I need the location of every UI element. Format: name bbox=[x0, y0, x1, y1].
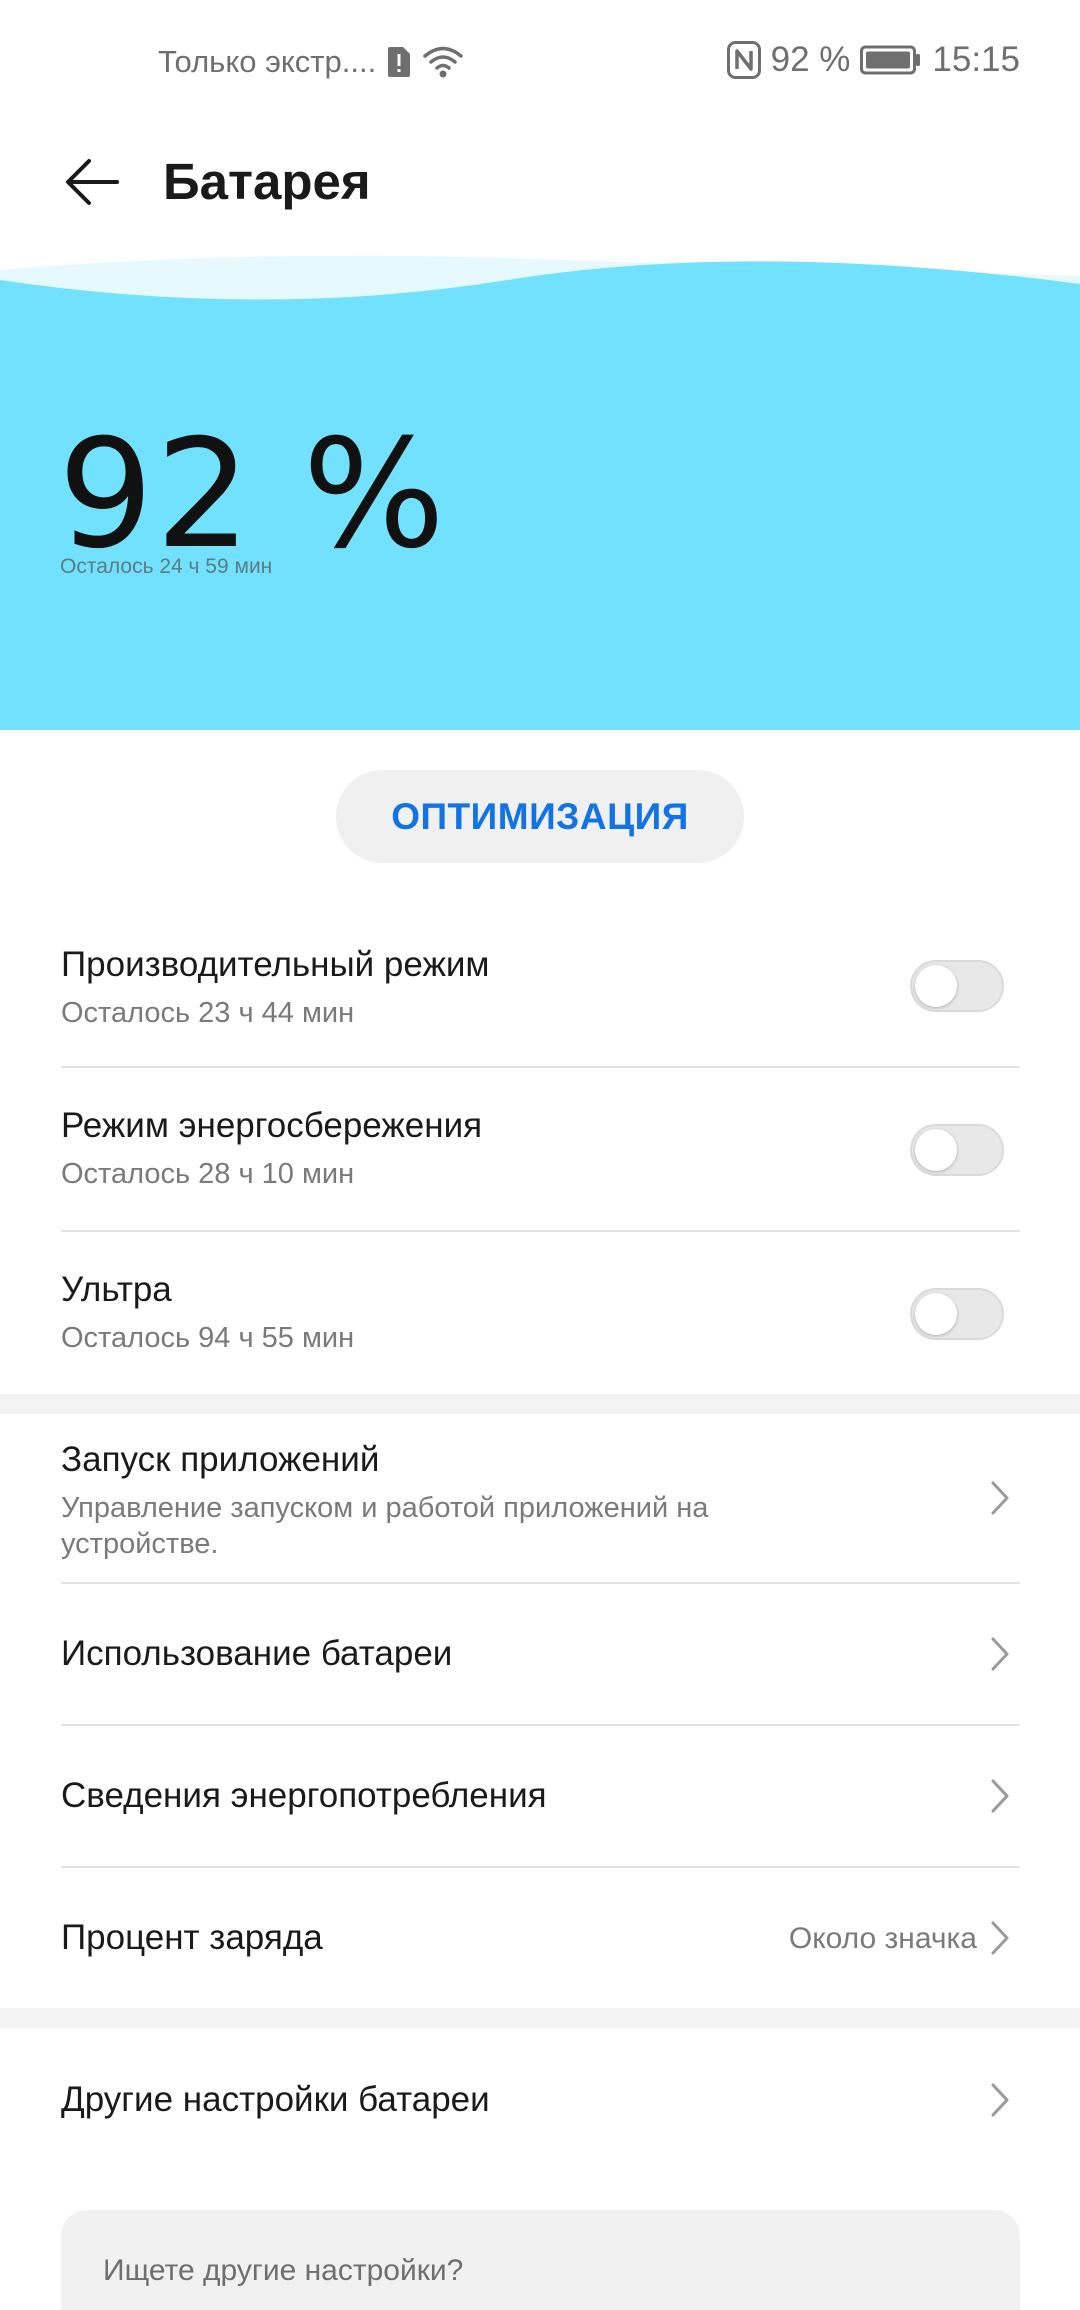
title-bar: Батарея bbox=[0, 126, 1080, 250]
page-title: Батарея bbox=[163, 153, 371, 210]
search-suggestions-card[interactable]: Ищете другие настройки? bbox=[61, 2210, 1020, 2310]
mode-subtitle: Осталось 28 ч 10 мин bbox=[61, 1158, 355, 1190]
optimize-button[interactable]: ОПТИМИЗАЦИЯ bbox=[336, 770, 744, 863]
mode-row-performance[interactable]: Производительный режим Осталось 23 ч 44 … bbox=[0, 920, 1080, 1065]
status-bar-right: 92 % 15:15 bbox=[726, 40, 1020, 80]
ultra-mode-toggle[interactable] bbox=[910, 1288, 1004, 1340]
setting-title: Использование батареи bbox=[61, 1634, 453, 1673]
battery-percent: 92 % bbox=[58, 408, 448, 582]
setting-title: Запуск приложений bbox=[61, 1440, 380, 1479]
section-separator bbox=[0, 2008, 1080, 2028]
toggle-knob bbox=[915, 1293, 957, 1335]
mode-title: Режим энергосбережения bbox=[61, 1106, 483, 1145]
battery-time-remaining: Осталось 24 ч 59 мин bbox=[60, 555, 273, 578]
clock: 15:15 bbox=[932, 40, 1020, 79]
setting-title: Сведения энергопотребления bbox=[61, 1776, 547, 1815]
settings-row-app-launch[interactable]: Запуск приложений Управление запуском и … bbox=[0, 1414, 1080, 1582]
setting-subtitle: Управление запуском и работой приложений… bbox=[61, 1492, 709, 1560]
battery-hero: 92 % Осталось 24 ч 59 мин bbox=[0, 250, 1080, 730]
carrier-label: Только экстр.... bbox=[158, 44, 377, 79]
settings-row-battery-usage[interactable]: Использование батареи bbox=[0, 1584, 1080, 1724]
sim-alert-icon bbox=[386, 45, 412, 79]
power-saving-toggle[interactable] bbox=[910, 1124, 1004, 1176]
setting-title: Другие настройки батареи bbox=[61, 2080, 490, 2119]
chevron-right-icon bbox=[986, 1478, 1014, 1518]
mode-title: Ультра bbox=[61, 1270, 172, 1309]
mode-title: Производительный режим bbox=[61, 945, 490, 984]
nfc-icon bbox=[726, 41, 761, 79]
toggle-knob bbox=[915, 1129, 957, 1171]
toggle-knob bbox=[915, 965, 957, 1007]
performance-mode-toggle[interactable] bbox=[910, 960, 1004, 1012]
chevron-right-icon bbox=[986, 1918, 1014, 1958]
mode-subtitle: Осталось 94 ч 55 мин bbox=[61, 1322, 355, 1354]
settings-row-battery-percentage[interactable]: Процент заряда Около значка bbox=[0, 1868, 1080, 2008]
status-bar: Только экстр.... 92 % 15:15 bbox=[0, 0, 1080, 126]
back-button[interactable] bbox=[56, 146, 128, 218]
search-suggestions-label: Ищете другие настройки? bbox=[103, 2254, 464, 2287]
chevron-right-icon bbox=[986, 1776, 1014, 1816]
mode-subtitle: Осталось 23 ч 44 мин bbox=[61, 997, 355, 1029]
section-separator bbox=[0, 1394, 1080, 1414]
mode-row-power-saving[interactable]: Режим энергосбережения Осталось 28 ч 10 … bbox=[0, 1068, 1080, 1230]
status-battery-percent: 92 % bbox=[770, 40, 851, 79]
wifi-icon bbox=[422, 45, 464, 79]
chevron-right-icon bbox=[986, 1634, 1014, 1674]
arrow-left-icon bbox=[66, 159, 119, 205]
settings-row-power-details[interactable]: Сведения энергопотребления bbox=[0, 1726, 1080, 1866]
status-bar-left: Только экстр.... bbox=[158, 44, 464, 80]
setting-title: Процент заряда bbox=[61, 1918, 323, 1957]
chevron-right-icon bbox=[986, 2080, 1014, 2120]
setting-value: Около значка bbox=[788, 1922, 977, 1955]
settings-row-other-battery[interactable]: Другие настройки батареи bbox=[0, 2028, 1080, 2170]
mode-row-ultra[interactable]: Ультра Осталось 94 ч 55 мин bbox=[0, 1232, 1080, 1394]
battery-icon bbox=[860, 45, 922, 75]
